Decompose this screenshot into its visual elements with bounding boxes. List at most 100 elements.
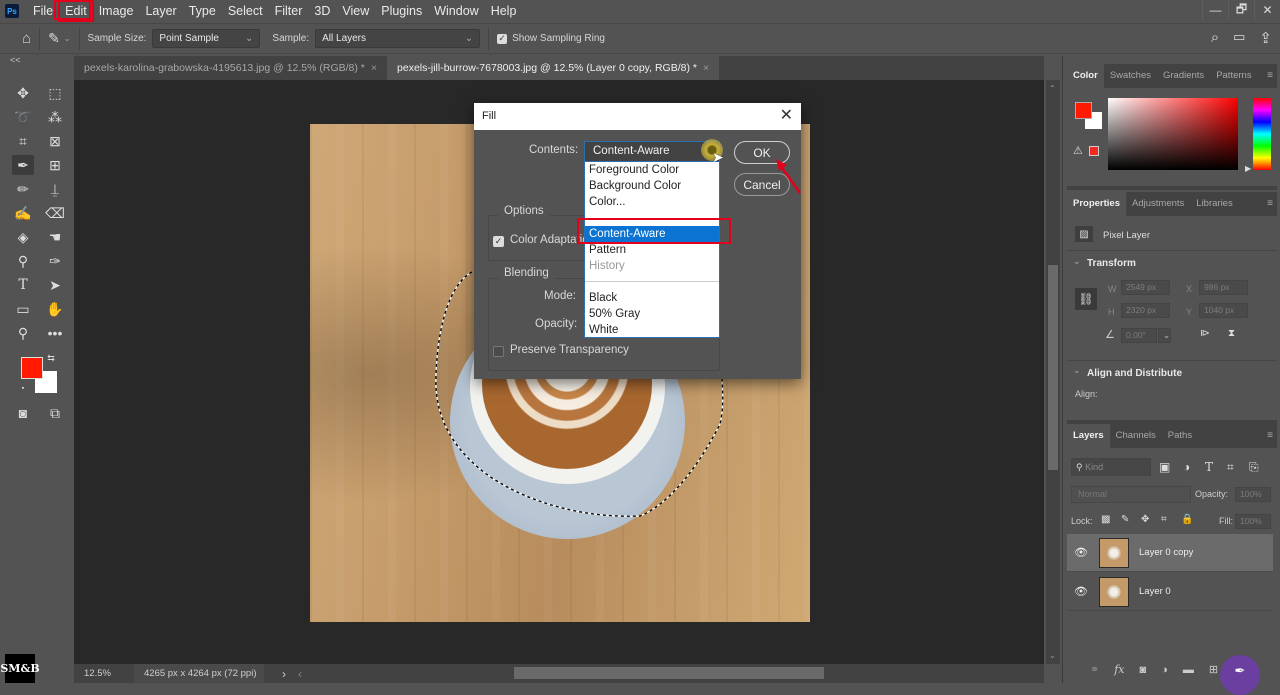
home-icon[interactable]: ⌂ [22,30,31,47]
pen-tool-icon[interactable]: ✑ [44,251,66,271]
filter-type-icon[interactable]: T [1205,460,1213,474]
menu-image[interactable]: Image [93,1,140,21]
menu-filter[interactable]: Filter [269,1,309,21]
menu-layer[interactable]: Layer [139,1,182,21]
panel-menu-icon[interactable]: ≡ [1267,70,1273,81]
chevron-down-icon[interactable]: ⌄ [1073,365,1081,376]
color-fg-swatch[interactable] [1075,102,1092,119]
layer-fill-field[interactable]: 100% [1235,514,1271,529]
angle-dropdown[interactable]: ⌄ [1158,328,1171,343]
scroll-down-icon[interactable]: ⌄ [1049,651,1056,660]
tab-properties[interactable]: Properties [1067,192,1126,216]
share-icon[interactable]: ⇪ [1259,29,1272,47]
out-of-gamut-warning-icon[interactable]: ⚠ [1073,144,1083,157]
menu-type[interactable]: Type [183,1,222,21]
scrollbar-thumb[interactable] [1048,265,1058,470]
lock-all-icon[interactable]: 🔒 [1181,514,1193,525]
quick-mask-icon[interactable]: ◙ [12,403,34,423]
filter-shape-icon[interactable]: ⌗ [1227,460,1234,475]
visibility-eye-icon[interactable]: 👁 [1067,546,1095,559]
foreground-color-swatch[interactable] [21,357,43,379]
workspace-icon[interactable]: ▭ [1233,29,1245,47]
scroll-up-icon[interactable]: ⌃ [1049,84,1056,93]
path-selection-tool-icon[interactable]: ➤ [44,275,66,295]
contents-select[interactable]: Content-Aware [584,141,720,162]
width-field[interactable]: 2549 px [1121,280,1170,295]
lock-image-pixels-icon[interactable]: ✎ [1121,514,1129,525]
sample-size-select[interactable]: Point Sample ⌄ [152,29,261,48]
dropdown-option-pattern[interactable]: Pattern [585,242,719,258]
sample-select[interactable]: All Layers ⌄ [315,29,481,48]
close-tab-icon[interactable]: × [371,62,377,74]
spot-healing-tool-icon[interactable]: ⊞ [44,155,66,175]
hue-slider-handle-icon[interactable]: ▶ [1245,164,1251,173]
link-proportions-icon[interactable]: ⛓ [1075,288,1097,310]
tab-color[interactable]: Color [1067,64,1104,88]
angle-field[interactable]: 0.00° [1121,328,1157,343]
type-tool-icon[interactable]: T [12,275,34,295]
link-layers-icon[interactable]: ⚭ [1090,663,1099,676]
dropdown-option-50-gray[interactable]: 50% Gray [585,306,719,322]
quick-selection-tool-icon[interactable]: ⁂ [44,107,66,127]
height-field[interactable]: 2320 px [1121,303,1170,318]
filter-smart-object-icon[interactable]: ⎘ [1249,460,1259,475]
menu-window[interactable]: Window [428,1,484,21]
add-mask-icon[interactable]: ◙ [1140,664,1147,676]
color-adaptation-checkbox[interactable]: ✓ [493,236,504,247]
hand-tool-icon[interactable]: ✋ [44,299,66,319]
gamut-color-swatch[interactable] [1089,146,1099,156]
close-icon[interactable]: ✕ [780,103,793,129]
menu-help[interactable]: Help [485,1,523,21]
lock-transparent-pixels-icon[interactable]: ▩ [1101,514,1110,525]
chevron-down-icon[interactable]: ⌄ [1073,256,1081,267]
tab-channels[interactable]: Channels [1110,424,1162,448]
canvas-vertical-scrollbar[interactable]: ⌃ ⌄ [1046,80,1060,664]
lock-position-icon[interactable]: ✥ [1141,514,1149,525]
filter-pixel-icon[interactable]: ▣ [1159,460,1170,474]
show-sampling-ring-checkbox[interactable]: ✓ [497,33,508,44]
document-tab[interactable]: pexels-karolina-grabowska-4195613.jpg @ … [74,56,387,80]
zoom-level[interactable]: 12.5% [74,668,134,679]
blend-mode-select[interactable]: Normal [1071,486,1191,503]
new-layer-icon[interactable]: ⊞ [1209,663,1218,676]
document-tab-active[interactable]: pexels-jill-burrow-7678003.jpg @ 12.5% (… [387,56,720,80]
frame-tool-icon[interactable]: ⊠ [44,131,66,151]
close-window-button[interactable]: ✕ [1254,0,1280,20]
default-colors-icon[interactable]: ▪ [18,383,28,393]
menu-view[interactable]: View [336,1,375,21]
dodge-tool-icon[interactable]: ⚲ [12,251,34,271]
menu-plugins[interactable]: Plugins [375,1,428,21]
crop-tool-icon[interactable]: ⌗ [12,131,34,151]
x-field[interactable]: 986 px [1199,280,1248,295]
dropdown-option-background-color[interactable]: Background Color [585,178,719,194]
close-tab-icon[interactable]: × [703,62,709,74]
dropdown-option-white[interactable]: White [585,322,719,338]
minimize-button[interactable]: — [1202,0,1228,20]
eyedropper-tool-icon[interactable]: ✒ [12,155,34,175]
tab-gradients[interactable]: Gradients [1157,64,1210,88]
preserve-transparency-label[interactable]: Preserve Transparency [510,344,629,356]
dropdown-option-foreground-color[interactable]: Foreground Color [585,162,719,178]
tab-swatches[interactable]: Swatches [1104,64,1157,88]
tab-layers[interactable]: Layers [1067,424,1110,448]
zoom-tool-icon[interactable]: ⚲ [12,323,34,343]
filter-adjustment-icon[interactable]: ◑ [1183,460,1190,474]
status-arrow-right[interactable]: › [282,667,286,681]
panel-menu-icon[interactable]: ≡ [1267,430,1273,441]
flip-vertical-icon[interactable]: ⧗ [1228,328,1235,339]
dropdown-option-black[interactable]: Black [585,290,719,306]
search-icon[interactable]: ⌕ [1211,29,1219,47]
hue-slider[interactable] [1253,98,1271,170]
document-info[interactable]: 4265 px x 4264 px (72 ppi) [134,664,264,683]
tab-adjustments[interactable]: Adjustments [1126,192,1190,216]
tab-patterns[interactable]: Patterns [1210,64,1257,88]
preserve-transparency-checkbox[interactable] [493,346,504,357]
color-field[interactable] [1108,98,1238,170]
tab-libraries[interactable]: Libraries [1190,192,1238,216]
history-brush-tool-icon[interactable]: ✍ [12,203,34,223]
panel-menu-icon[interactable]: ≡ [1267,198,1273,209]
scroll-left-icon[interactable]: ‹ [298,667,302,681]
lock-artboard-icon[interactable]: ⌗ [1161,514,1167,525]
smudge-tool-icon[interactable]: ☚ [44,227,66,247]
brush-tool-icon[interactable]: ✏ [12,179,34,199]
